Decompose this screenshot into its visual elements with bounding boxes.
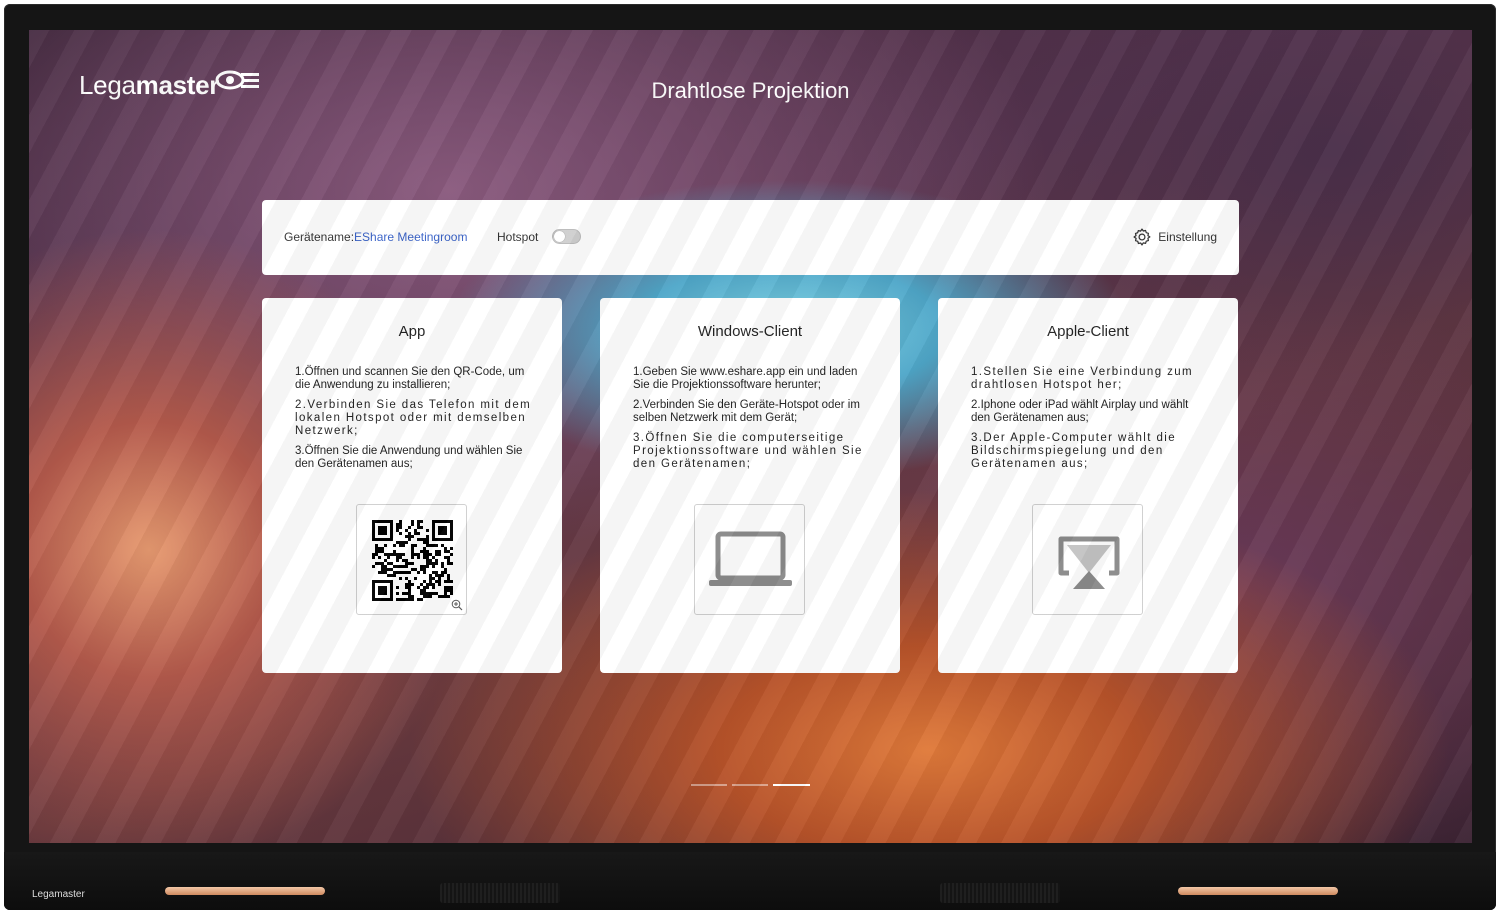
card-steps: 1.Geben Sie www.eshare.app ein und laden… (633, 366, 871, 478)
pager-dot-1[interactable] (691, 784, 727, 786)
card-title: Windows-Client (697, 323, 803, 340)
device-name-value[interactable]: EShare Meetingroom (354, 230, 467, 244)
stylus-pen-left[interactable] (165, 887, 325, 895)
qr-code-icon (372, 520, 453, 601)
laptop-icon-box[interactable] (694, 504, 805, 615)
step-item: 3.Öffnen Sie die computerseitige Projekt… (633, 432, 863, 470)
card-title: App (398, 323, 426, 340)
toggle-knob (554, 231, 565, 242)
screen: Legamaster Drahtlose Projektion Gerätena… (29, 30, 1472, 843)
pager-dot-3-active[interactable] (773, 784, 810, 786)
hotspot-label: Hotspot (497, 230, 539, 244)
device-name-row: Gerätename:EShare Meetingroom (284, 230, 467, 244)
monitor-bezel (4, 852, 1496, 910)
card-apple-client: Apple-Client 1.Stellen Sie eine Verbindu… (938, 298, 1238, 673)
pager-dot-2[interactable] (732, 784, 768, 786)
step-item: 3.Öffnen Sie die Anwendung und wählen Si… (295, 445, 523, 470)
airplay-icon (1058, 536, 1120, 589)
speaker-grille-left (440, 883, 560, 903)
page-title: Drahtlose Projektion (651, 78, 850, 103)
step-item: 1.Geben Sie www.eshare.app ein und laden… (633, 366, 858, 391)
step-item: 2.Verbinden Sie den Geräte-Hotspot oder … (633, 399, 860, 424)
device-info-bar: Gerätename:EShare Meetingroom Hotspot Ei… (262, 200, 1239, 275)
stylus-pen-right[interactable] (1178, 887, 1338, 895)
card-app: App 1.Öffnen und scannen Sie den QR-Code… (262, 298, 562, 673)
step-item: 1.Stellen Sie eine Verbindung zum drahtl… (971, 366, 1194, 391)
step-item: 3.Der Apple-Computer wählt die Bildschir… (971, 432, 1176, 470)
settings-button[interactable]: Einstellung (1132, 226, 1217, 248)
speaker-grille-right (940, 883, 1060, 903)
bezel-logo: Legamaster (32, 889, 85, 900)
step-item: 2.Verbinden Sie das Telefon mit dem loka… (295, 399, 532, 437)
step-item: 1.Öffnen und scannen Sie den QR-Code, um… (295, 366, 525, 391)
card-steps: 1.Öffnen und scannen Sie den QR-Code, um… (295, 366, 533, 478)
card-steps: 1.Stellen Sie eine Verbindung zum drahtl… (971, 366, 1209, 478)
gear-icon (1133, 228, 1151, 246)
hotspot-toggle[interactable] (552, 229, 581, 244)
airplay-icon-box[interactable] (1032, 504, 1143, 615)
laptop-icon (709, 531, 792, 586)
settings-label: Einstellung (1158, 230, 1217, 244)
card-windows-client: Windows-Client 1.Geben Sie www.eshare.ap… (600, 298, 900, 673)
zoom-in-icon[interactable] (451, 599, 463, 611)
qr-code-box[interactable] (356, 504, 467, 615)
device-name-label: Gerätename: (284, 230, 355, 244)
step-item: 2.Iphone oder iPad wählt Airplay und wäh… (971, 399, 1189, 424)
card-title: Apple-Client (1047, 323, 1129, 340)
